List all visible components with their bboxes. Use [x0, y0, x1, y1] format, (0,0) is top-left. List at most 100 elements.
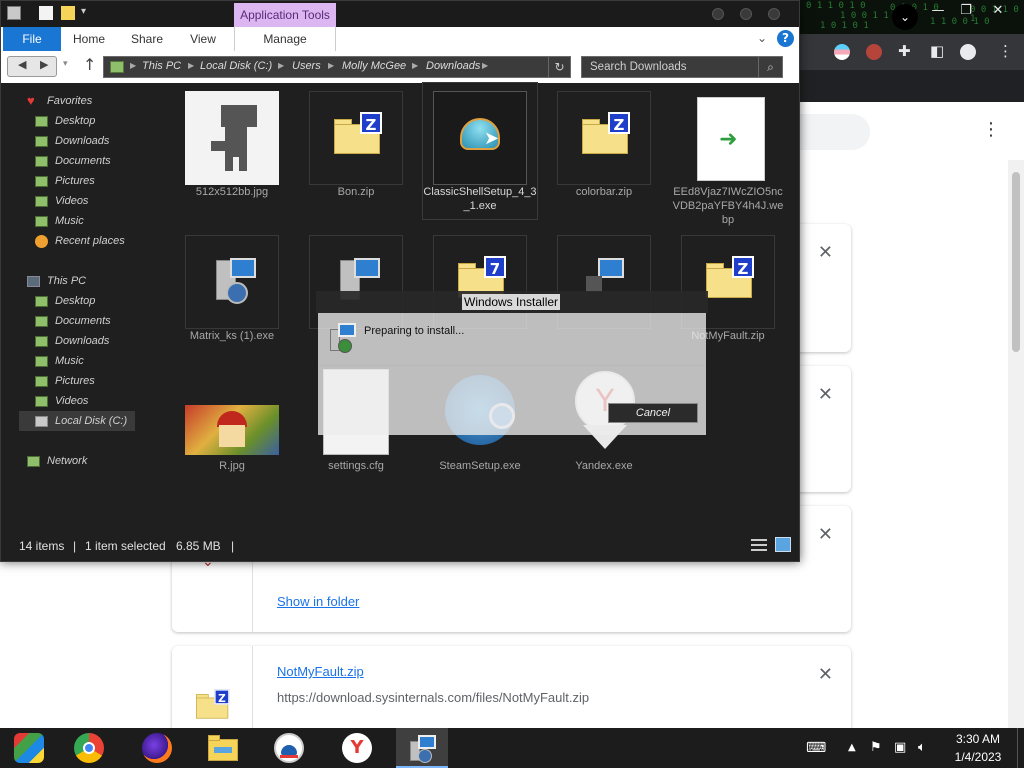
downloads-search-field[interactable]	[800, 114, 870, 150]
address-bar[interactable]: ▶ This PC ▶ Local Disk (C:) ▶ Users ▶ Mo…	[103, 56, 571, 78]
remove-download-icon[interactable]: ✕	[818, 242, 833, 263]
nav-pc-local-disk[interactable]: Local Disk (C:)	[19, 411, 135, 431]
file-name: R.jpg	[219, 460, 245, 472]
action-center-flag-icon[interactable]: ⚑	[870, 740, 882, 756]
volume-icon[interactable]: 🔈︎	[918, 740, 926, 756]
nav-fav-desktop[interactable]: Desktop	[1, 111, 141, 131]
search-input[interactable]	[582, 57, 758, 77]
extensions-puzzle-icon[interactable]: ✚	[898, 42, 911, 60]
quick-access-dropdown-icon[interactable]: ▾	[81, 6, 95, 20]
cancel-button[interactable]: Cancel	[608, 403, 698, 423]
nav-pc-documents[interactable]: Documents	[1, 311, 141, 331]
large-icons-view-icon[interactable]	[775, 537, 791, 552]
taskbar-firefox[interactable]	[130, 728, 182, 768]
minimize-button[interactable]	[712, 8, 724, 20]
file-item[interactable]: ➜ EEd8Vjaz7IWcZIO5ncVDB2paYFBY4h4J.webp	[671, 83, 785, 227]
side-panel-icon[interactable]: ◧	[930, 42, 944, 60]
taskbar-windows-installer[interactable]	[396, 728, 448, 768]
breadcrumb-this-pc[interactable]: This PC	[142, 60, 181, 72]
new-folder-icon[interactable]	[61, 6, 75, 20]
refresh-icon[interactable]: ↻	[548, 57, 570, 77]
chrome-scrollbar[interactable]	[1008, 160, 1024, 728]
file-name: EEd8Vjaz7IWcZIO5ncVDB2paYFBY4h4J.webp	[672, 186, 784, 226]
forward-button[interactable]: ▶	[40, 58, 48, 71]
nav-network[interactable]: Network	[1, 451, 141, 471]
extension-icon-avatar[interactable]	[866, 44, 882, 60]
up-button[interactable]: ↑	[83, 55, 96, 74]
chrome-restore-button[interactable]: ❐	[952, 2, 980, 20]
help-icon[interactable]: ?	[777, 30, 794, 47]
breadcrumb-user[interactable]: Molly McGee	[342, 60, 406, 72]
chrome-close-button[interactable]: ✕	[984, 2, 1012, 20]
tab-view[interactable]: View	[185, 27, 221, 51]
remove-download-icon[interactable]: ✕	[818, 524, 833, 545]
file-explorer-window: ▾ Application Tools File Home Share View…	[0, 0, 800, 562]
details-view-icon[interactable]	[751, 538, 767, 552]
tab-share[interactable]: Share	[127, 27, 167, 51]
navigation-pane: ♥ Favorites Desktop Downloads Documents …	[1, 83, 161, 523]
item-count: 14 items	[19, 539, 65, 553]
taskbar-chrome[interactable]	[62, 728, 114, 768]
close-button[interactable]	[768, 8, 780, 20]
show-desktop-button[interactable]	[1017, 728, 1024, 768]
nav-fav-music[interactable]: Music	[1, 211, 141, 231]
tab-search-button[interactable]: ⌄	[892, 4, 918, 30]
tab-manage[interactable]: Manage	[234, 27, 336, 51]
search-icon[interactable]: ⌕	[758, 57, 782, 77]
extension-icon-flag[interactable]	[834, 44, 850, 60]
nav-this-pc[interactable]: This PC	[1, 271, 141, 291]
nav-fav-pictures[interactable]: Pictures	[1, 171, 141, 191]
taskbar-yandex[interactable]: Y	[330, 728, 382, 768]
taskbar-classic-shell[interactable]	[262, 728, 314, 768]
file-item[interactable]: Matrix_ks (1).exe	[175, 227, 289, 355]
taskbar-start-button[interactable]	[2, 728, 54, 768]
download-file-link[interactable]: NotMyFault.zip	[277, 664, 364, 679]
heart-icon: ♥	[27, 93, 35, 108]
profile-icon[interactable]	[960, 44, 976, 60]
nav-fav-videos[interactable]: Videos	[1, 191, 141, 211]
chrome-menu-icon[interactable]: ⋮	[998, 42, 1013, 60]
breadcrumb-downloads[interactable]: Downloads	[426, 60, 480, 72]
chrome-minimize-button[interactable]: —	[924, 2, 952, 20]
file-item[interactable]: 512x512bb.jpg	[175, 83, 289, 211]
properties-icon[interactable]	[39, 6, 53, 20]
explorer-app-icon[interactable]	[7, 6, 21, 20]
installer-titlebar: Windows Installer	[316, 291, 708, 313]
nav-favorites[interactable]: ♥ Favorites	[1, 91, 141, 111]
taskbar-file-explorer[interactable]	[196, 728, 248, 768]
expand-ribbon-icon[interactable]: ⌄	[757, 31, 767, 45]
zip-file-icon: Z	[309, 91, 403, 185]
nav-pc-pictures[interactable]: Pictures	[1, 371, 141, 391]
clock-date[interactable]: 1/4/2023	[948, 750, 1008, 764]
webp-file-icon: ➜	[681, 91, 775, 185]
show-hidden-icons-icon[interactable]: ▲	[848, 740, 856, 756]
nav-fav-downloads[interactable]: Downloads	[1, 131, 141, 151]
breadcrumb-local-disk[interactable]: Local Disk (C:)	[200, 60, 272, 72]
file-name: ClassicShellSetup_4_3_1.exe	[423, 186, 537, 212]
downloads-more-icon[interactable]: ⋮	[982, 120, 1000, 140]
maximize-button[interactable]	[740, 8, 752, 20]
nav-pc-downloads[interactable]: Downloads	[1, 331, 141, 351]
keyboard-icon[interactable]: ⌨	[806, 740, 826, 756]
mouse-cursor-icon: ➤	[484, 128, 500, 149]
clock-time[interactable]: 3:30 AM	[948, 732, 1008, 746]
back-button[interactable]: ◀	[18, 58, 26, 71]
remove-download-icon[interactable]: ✕	[818, 664, 833, 685]
file-item-selected[interactable]: ➤ ClassicShellSetup_4_3_1.exe	[422, 82, 538, 220]
file-item[interactable]: Z Bon.zip	[299, 83, 413, 211]
tab-home[interactable]: Home	[71, 27, 107, 51]
file-item[interactable]: Z colorbar.zip	[547, 83, 661, 211]
tab-file[interactable]: File	[3, 27, 61, 51]
breadcrumb-users[interactable]: Users	[292, 60, 321, 72]
nav-fav-recent[interactable]: Recent places	[1, 231, 141, 251]
file-item[interactable]: R.jpg	[175, 395, 289, 523]
installer-icon	[185, 235, 279, 329]
nav-pc-music[interactable]: Music	[1, 351, 141, 371]
show-in-folder-link[interactable]: Show in folder	[277, 594, 359, 609]
network-icon[interactable]: ▣	[894, 740, 906, 756]
nav-pc-videos[interactable]: Videos	[1, 391, 141, 411]
nav-fav-documents[interactable]: Documents	[1, 151, 141, 171]
recent-locations-icon[interactable]: ▾	[63, 59, 68, 69]
remove-download-icon[interactable]: ✕	[818, 384, 833, 405]
nav-pc-desktop[interactable]: Desktop	[1, 291, 141, 311]
